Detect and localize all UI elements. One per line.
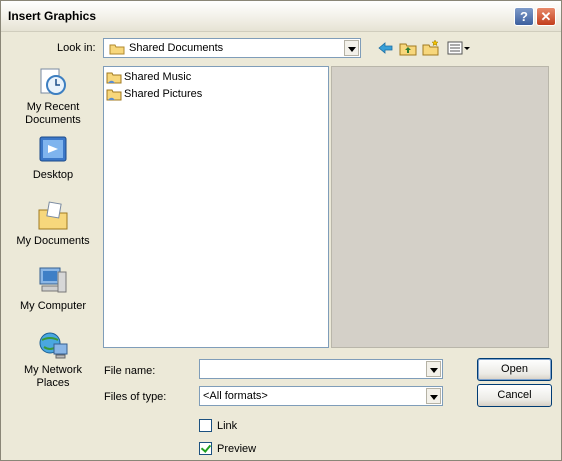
chevron-down-icon[interactable] bbox=[344, 40, 359, 56]
file-name-label: File name: bbox=[104, 365, 156, 377]
close-button[interactable]: ✕ bbox=[536, 7, 556, 26]
shared-folder-icon bbox=[106, 89, 122, 101]
insert-graphics-dialog: Insert Graphics ? ✕ Look in: Shared Docu… bbox=[0, 0, 562, 461]
folder-icon bbox=[109, 44, 125, 55]
my-computer-icon bbox=[39, 267, 67, 293]
place-my-documents[interactable]: My Documents bbox=[7, 199, 99, 248]
place-label: My Documents bbox=[16, 235, 90, 247]
chevron-down-icon[interactable] bbox=[426, 388, 441, 404]
open-button[interactable]: Open bbox=[477, 358, 552, 381]
window-title: Insert Graphics bbox=[8, 9, 97, 23]
files-of-type-value: <All formats> bbox=[203, 390, 268, 402]
chevron-down-icon[interactable] bbox=[426, 361, 441, 377]
file-name-input[interactable] bbox=[199, 359, 443, 379]
views-menu-icon[interactable] bbox=[447, 39, 471, 57]
look-in-value: Shared Documents bbox=[129, 42, 224, 54]
preview-checkbox[interactable] bbox=[199, 442, 212, 455]
help-button[interactable]: ? bbox=[514, 7, 534, 26]
place-desktop[interactable]: Desktop bbox=[7, 133, 99, 182]
look-in-label: Look in: bbox=[57, 42, 96, 54]
recent-documents-icon bbox=[40, 68, 66, 95]
place-label: My Recent Documents bbox=[25, 101, 81, 126]
files-of-type-dropdown[interactable]: <All formats> bbox=[199, 386, 443, 406]
place-label: My Network Places bbox=[23, 364, 83, 389]
file-list[interactable]: Shared Music Shared Pictures bbox=[103, 66, 329, 348]
preview-pane bbox=[331, 66, 549, 348]
file-name: Shared Music bbox=[124, 71, 192, 83]
new-folder-icon[interactable] bbox=[422, 39, 440, 57]
look-in-dropdown[interactable]: Shared Documents bbox=[103, 38, 361, 58]
cancel-button[interactable]: Cancel bbox=[477, 384, 552, 407]
back-arrow-icon[interactable] bbox=[377, 39, 395, 57]
link-checkbox[interactable] bbox=[199, 419, 212, 432]
file-name: Shared Pictures bbox=[124, 88, 203, 100]
desktop-icon bbox=[39, 136, 67, 162]
files-of-type-label: Files of type: bbox=[104, 391, 167, 403]
place-my-network-places[interactable]: My Network Places bbox=[7, 328, 99, 390]
places-bar: My Recent Documents Desktop My Documents bbox=[7, 63, 99, 403]
network-places-icon bbox=[39, 332, 68, 359]
up-folder-icon[interactable] bbox=[399, 39, 417, 57]
place-label: Desktop bbox=[32, 169, 74, 181]
my-documents-icon bbox=[38, 201, 68, 230]
preview-label: Preview bbox=[217, 443, 257, 455]
link-label: Link bbox=[217, 420, 238, 432]
place-my-computer[interactable]: My Computer bbox=[7, 264, 99, 313]
place-label: My Computer bbox=[19, 300, 87, 312]
title-bar[interactable]: Insert Graphics ? ✕ bbox=[1, 1, 561, 32]
place-my-recent-documents[interactable]: My Recent Documents bbox=[7, 65, 99, 127]
shared-folder-icon bbox=[106, 72, 122, 84]
